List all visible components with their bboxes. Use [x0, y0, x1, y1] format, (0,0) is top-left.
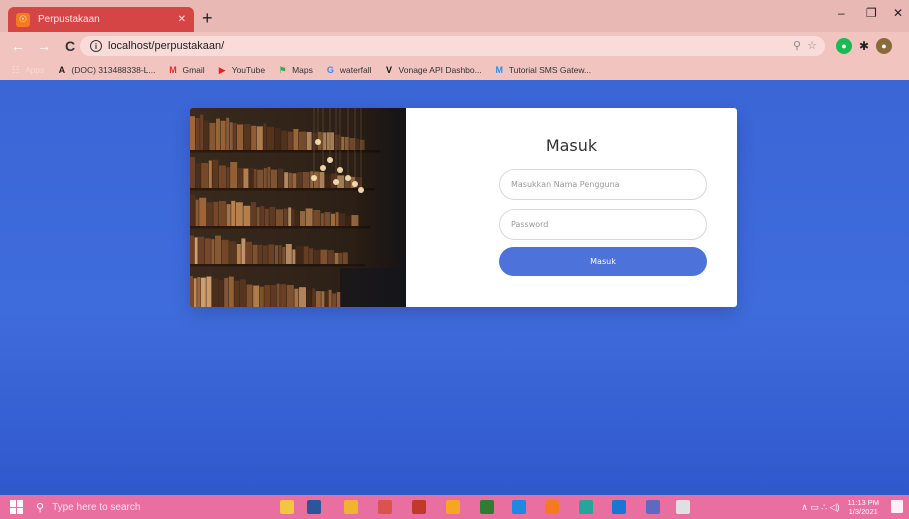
youtube-icon: ▶ — [218, 64, 226, 75]
bookmark-label: waterfall — [339, 65, 372, 75]
bookmark-item[interactable]: ▶ YouTube — [217, 65, 265, 76]
xampp-icon[interactable] — [545, 500, 559, 514]
taskbar-search[interactable]: ⚲ Type here to search — [36, 499, 266, 515]
lamp-bulb-icon — [320, 165, 326, 171]
xampp-favicon-icon: ☉ — [16, 12, 30, 27]
page-background: Masuk Masuk — [0, 80, 909, 495]
lamp-bulb-icon — [358, 187, 364, 193]
bookmark-label: Maps — [292, 65, 313, 75]
puzzle-icon[interactable]: ✱ — [856, 38, 872, 54]
a-icon: A — [58, 65, 66, 75]
search-placeholder: Type here to search — [52, 501, 141, 513]
maps-icon: ⚑ — [278, 64, 287, 75]
bookmark-item[interactable]: M Gmail — [167, 65, 204, 76]
forward-icon[interactable]: → — [36, 38, 52, 54]
vscode-icon[interactable] — [612, 500, 626, 514]
bookmark-label: Gmail — [182, 65, 205, 75]
files-icon[interactable] — [344, 500, 358, 514]
system-tray: ∧ ▭ ∴ ◁) 11:13 PM 1/3/2021 — [801, 498, 879, 516]
bookmark-item[interactable]: V Vonage API Dashbo... — [384, 65, 482, 76]
bookmark-item[interactable]: M Tutorial SMS Gatew... — [494, 65, 591, 76]
bookmark-label: Vonage API Dashbo... — [398, 65, 482, 75]
lamp-bulb-icon — [352, 181, 358, 187]
address-bar[interactable]: i localhost/perpustakaan/ ⚲ ☆ — [80, 36, 825, 56]
browser-toolbar: ← → C i localhost/perpustakaan/ ⚲ ☆ — [0, 32, 909, 60]
new-tab-button[interactable]: + — [202, 9, 213, 27]
tab-close-icon[interactable]: ✕ — [178, 14, 186, 25]
bookmark-label: (DOC) 313488338-L... — [71, 65, 156, 75]
bookmark-item[interactable]: ⚑ Maps — [277, 65, 313, 76]
vonage-icon: V — [386, 65, 393, 75]
site-info-icon[interactable]: i — [90, 40, 102, 52]
clock-time: 11:13 PM — [847, 498, 879, 507]
edge-icon[interactable] — [512, 500, 526, 514]
m-icon: M — [495, 65, 503, 75]
tray-icons[interactable]: ∧ ▭ ∴ ◁) — [801, 502, 839, 513]
bookmark-label: Tutorial SMS Gatew... — [508, 65, 592, 75]
clock[interactable]: 11:13 PM 1/3/2021 — [847, 498, 879, 516]
photos-icon[interactable] — [579, 500, 593, 514]
minimize-icon[interactable]: – — [838, 6, 845, 20]
grid-icon: ☷ — [11, 64, 20, 75]
tool-icon[interactable] — [646, 500, 660, 514]
chrome-icon[interactable] — [446, 500, 460, 514]
lamp-bulb-icon — [333, 179, 339, 185]
extension-green-icon[interactable]: ● — [836, 38, 852, 54]
browser-tab-bar: ☉ Perpustakaan ✕ + – ❐ ✕ — [0, 0, 909, 32]
bookmark-item[interactable]: Gwaterfall — [325, 65, 372, 76]
settings-icon[interactable] — [676, 500, 690, 514]
address-url[interactable]: localhost/perpustakaan/ — [108, 40, 224, 52]
notification-icon[interactable] — [891, 500, 903, 513]
lamp-bulb-icon — [311, 175, 317, 181]
close-window-icon[interactable]: ✕ — [893, 6, 903, 20]
reload-icon[interactable]: C — [62, 38, 78, 54]
zoom-star-icons[interactable]: ⚲ ☆ — [793, 39, 817, 52]
terminal-icon[interactable] — [480, 500, 494, 514]
restore-icon[interactable]: ❐ — [866, 6, 877, 20]
lamp-bulb-icon — [315, 139, 321, 145]
lamp-bulb-icon — [327, 157, 333, 163]
store-icon[interactable] — [280, 500, 294, 514]
clock-date: 1/3/2021 — [848, 507, 878, 516]
bookmark-item[interactable]: A (DOC) 313488338-L... — [56, 65, 156, 76]
search-icon: ⚲ — [36, 501, 45, 514]
library-shelves-illustration — [190, 108, 406, 307]
tab-title: Perpustakaan — [38, 14, 100, 25]
word-icon[interactable] — [307, 500, 321, 514]
lamp-bulb-icon — [345, 175, 351, 181]
gmail-icon: M — [169, 65, 177, 75]
profile-avatar[interactable]: ● — [876, 38, 892, 54]
browser-tab[interactable]: ☉ Perpustakaan ✕ — [8, 7, 194, 32]
bookmark-label: Apps — [25, 65, 45, 75]
form-title: Masuk — [545, 136, 598, 155]
bookmarks-bar: ☷ Apps A (DOC) 313488338-L... M Gmail ▶ YouTube… — [0, 60, 909, 80]
tube-icon[interactable] — [378, 500, 392, 514]
windows-start-icon[interactable] — [10, 500, 26, 514]
login-button[interactable]: Masuk — [499, 247, 707, 276]
login-form: Masuk Masuk — [406, 108, 737, 307]
lamp-bulb-icon — [337, 167, 343, 173]
library-photo — [190, 108, 406, 307]
calendar-icon[interactable] — [412, 500, 426, 514]
taskbar: ⚲ Type here to search ∧ ▭ ∴ ◁) 11:13 PM … — [0, 495, 909, 519]
login-card: Masuk Masuk — [190, 108, 737, 307]
password-input[interactable] — [499, 209, 707, 240]
bookmark-item[interactable]: ☷ Apps — [10, 65, 44, 76]
username-input[interactable] — [499, 169, 707, 200]
google-icon: G — [326, 65, 334, 75]
back-icon[interactable]: ← — [10, 38, 26, 54]
bookmark-label: YouTube — [231, 65, 266, 75]
